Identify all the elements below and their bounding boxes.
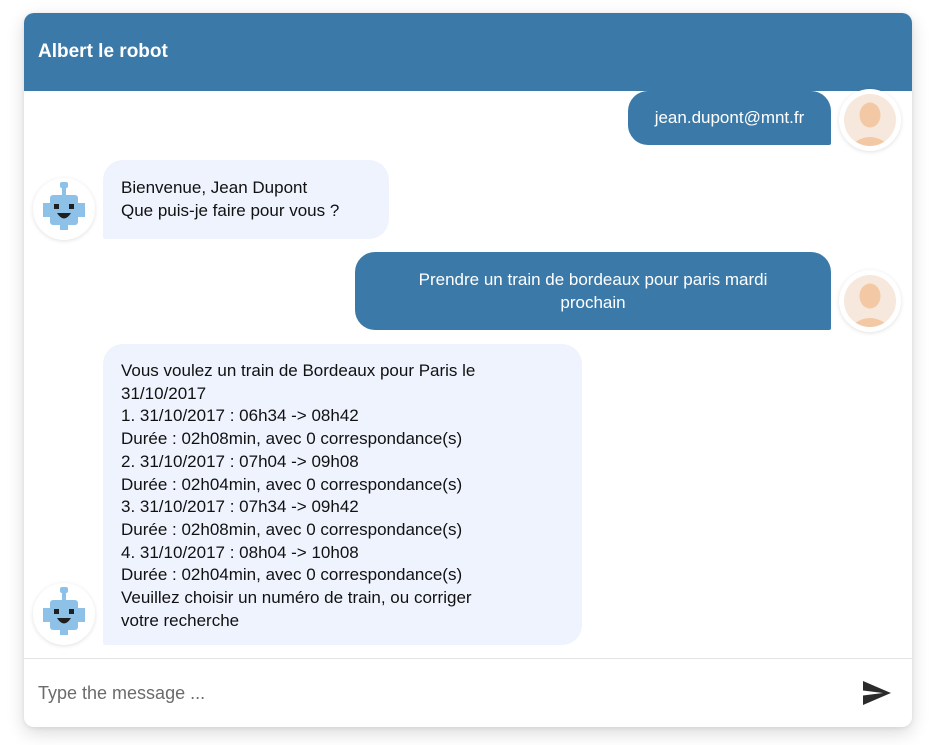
user-message-bubble: jean.dupont@mnt.fr <box>628 91 831 145</box>
message-line: Durée : 02h04min, avec 0 correspondance(… <box>121 565 463 585</box>
message-line: 31/10/2017 <box>121 383 207 403</box>
bot-message-bubble: Vous voulez un train de Bordeaux pour Pa… <box>103 344 582 645</box>
send-button[interactable] <box>860 677 894 709</box>
chat-title: Albert le robot <box>38 41 168 62</box>
message-list[interactable]: jean.dupont@mnt.fr Bienvenue, Jean Dupon… <box>24 89 912 658</box>
message-composer <box>24 658 912 727</box>
message-line: Que puis-je faire pour vous ? <box>121 200 340 220</box>
message-line: Durée : 02h08min, avec 0 correspondance(… <box>121 519 463 539</box>
send-icon <box>863 681 891 705</box>
message-line: 3. 31/10/2017 : 07h34 -> 09h42 <box>121 497 359 517</box>
user-message-bubble: Prendre un train de bordeaux pour paris … <box>355 252 831 330</box>
message-line: Vous voulez un train de Bordeaux pour Pa… <box>121 361 476 380</box>
bot-message-bubble: Bienvenue, Jean Dupont Que puis-je faire… <box>103 160 389 239</box>
user-avatar-icon <box>839 270 901 332</box>
message-line: Prendre un train de bordeaux pour paris … <box>418 270 768 289</box>
user-avatar-icon <box>839 89 901 151</box>
message-line: Durée : 02h08min, avec 0 correspondance(… <box>121 429 463 449</box>
message-line: Veuillez choisir un numéro de train, ou … <box>121 588 472 608</box>
message-input[interactable] <box>38 682 818 704</box>
message-line: votre recherche <box>121 610 240 630</box>
message-line: Bienvenue, Jean Dupont <box>121 178 308 197</box>
message-line: 4. 31/10/2017 : 08h04 -> 10h08 <box>121 542 359 562</box>
chat-header: Albert le robot <box>24 13 912 91</box>
message-line: 2. 31/10/2017 : 07h04 -> 09h08 <box>121 451 359 471</box>
message-line: 1. 31/10/2017 : 06h34 -> 08h42 <box>121 406 359 426</box>
message-line: prochain <box>560 292 626 312</box>
robot-avatar-icon <box>33 178 95 240</box>
message-line: Durée : 02h04min, avec 0 correspondance(… <box>121 474 463 494</box>
robot-avatar-icon <box>33 583 95 645</box>
chat-window: Albert le robot jean.dupont@mnt.fr Bienv… <box>24 13 912 727</box>
message-line: jean.dupont@mnt.fr <box>654 108 805 127</box>
